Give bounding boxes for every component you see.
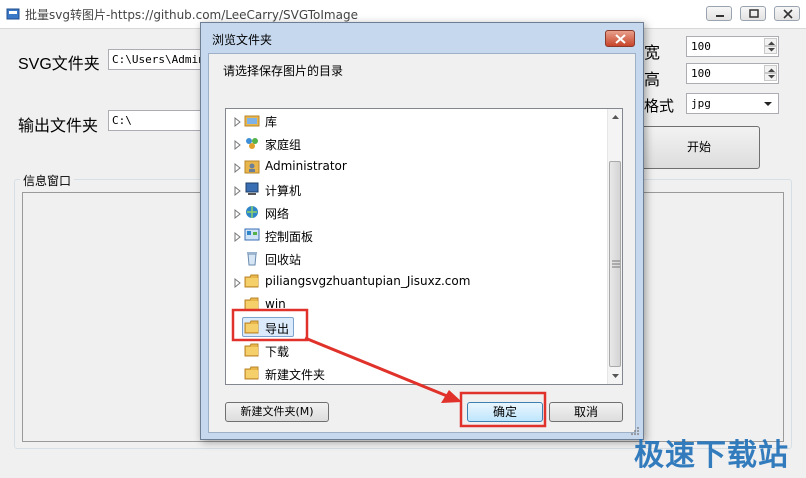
watermark-logo: 极速下载站 bbox=[634, 438, 789, 473]
annotation-arrow-head bbox=[441, 390, 462, 403]
highlight-box-folder bbox=[231, 308, 309, 342]
annotation-arrow-line bbox=[304, 336, 453, 400]
annotation-overlay bbox=[231, 308, 547, 428]
highlight-box-ok bbox=[459, 391, 547, 428]
